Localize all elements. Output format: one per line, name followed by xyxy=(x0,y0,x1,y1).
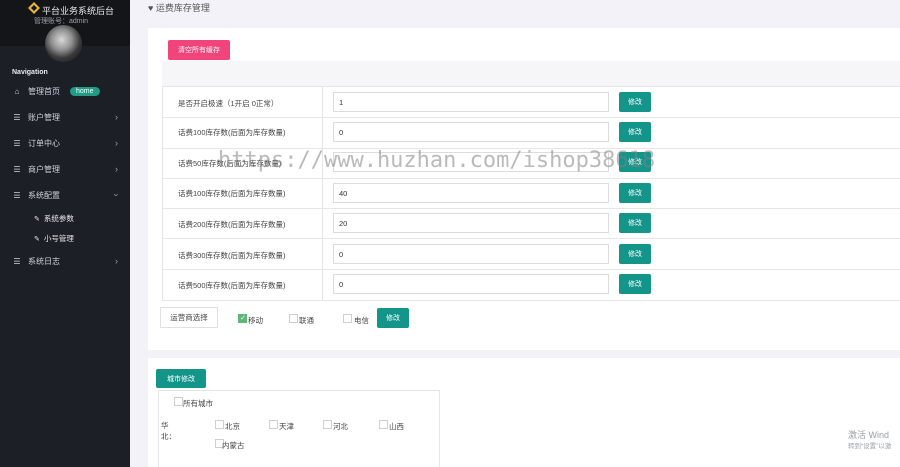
chevron-right-icon: › xyxy=(115,164,118,174)
sidebar-subitem-label: 小号管理 xyxy=(43,234,74,243)
setting-input[interactable]: 0 xyxy=(333,274,609,294)
page-title: ♥ 运费库存管理 xyxy=(148,1,210,14)
heart-icon: ♥ xyxy=(148,3,154,13)
city-label: 天津 xyxy=(279,422,294,431)
row-divider xyxy=(162,178,900,179)
sidebar-item-label: 账户管理 xyxy=(28,112,60,122)
carrier-option-label: 联通 xyxy=(299,316,314,325)
sidebar-item-label: 管理首页 xyxy=(28,86,60,96)
sidebar-item-system-config[interactable]: ☰ 系统配置 › xyxy=(0,185,130,205)
home-badge: home xyxy=(70,86,100,96)
modify-button[interactable]: 修改 xyxy=(619,122,651,142)
setting-label: 是否开启极速（1开启 0正常） xyxy=(178,99,279,108)
all-cities-label: 所有城市 xyxy=(183,399,213,408)
setting-input[interactable]: 1 xyxy=(333,92,609,112)
page-title-text: 运费库存管理 xyxy=(155,3,210,13)
logo-icon xyxy=(28,2,40,14)
home-icon: ⌂ xyxy=(14,86,20,96)
overlay-watermark: https://www.huzhan.com/ishop38618 xyxy=(218,148,656,173)
setting-label: 话费300库存数(后面为库存数量) xyxy=(178,251,286,260)
city-checkbox[interactable] xyxy=(269,420,278,429)
chevron-right-icon: › xyxy=(115,112,118,122)
list-icon: ☰ xyxy=(13,138,21,148)
sidebar-subitem-label: 系统参数 xyxy=(43,214,74,223)
modify-button[interactable]: 修改 xyxy=(619,213,651,233)
chevron-down-icon: › xyxy=(111,193,122,197)
setting-label: 话费100库存数(后面为库存数量) xyxy=(178,128,286,137)
setting-input[interactable]: 0 xyxy=(333,244,609,264)
sidebar-item-accounts[interactable]: ☰ 账户管理 › xyxy=(0,107,130,127)
column-divider xyxy=(322,238,323,269)
list-icon: ☰ xyxy=(13,256,21,266)
column-divider xyxy=(322,117,323,148)
modify-button[interactable]: 修改 xyxy=(619,274,651,294)
setting-input[interactable]: 40 xyxy=(333,183,609,203)
sidebar-subitem-alt-accounts[interactable]: ✎ 小号管理 xyxy=(34,233,74,244)
city-label: 北京 xyxy=(225,422,240,431)
wrench-icon: ✎ xyxy=(34,235,40,243)
city-label: 内蒙古 xyxy=(222,441,245,450)
sidebar-item-label: 系统日志 xyxy=(28,256,60,266)
city-label: 山西 xyxy=(389,422,404,431)
row-divider xyxy=(162,269,900,270)
sidebar-item-home[interactable]: ⌂ 管理首页 home xyxy=(0,81,130,101)
carrier-checkbox-mobile[interactable] xyxy=(238,314,247,323)
sidebar-item-merchants[interactable]: ☰ 商户管理 › xyxy=(0,159,130,179)
column-divider xyxy=(322,269,323,300)
city-modify-button[interactable]: 城市修改 xyxy=(156,369,206,388)
avatar[interactable] xyxy=(45,25,82,62)
carrier-checkbox-telecom[interactable] xyxy=(343,314,352,323)
carrier-option-label: 移动 xyxy=(248,316,263,325)
column-divider xyxy=(322,87,323,118)
setting-input[interactable]: 0 xyxy=(333,122,609,142)
row-divider xyxy=(162,208,900,209)
row-divider xyxy=(162,117,900,118)
sidebar-item-orders[interactable]: ☰ 订单中心 › xyxy=(0,133,130,153)
modify-button[interactable]: 修改 xyxy=(619,183,651,203)
city-checkbox[interactable] xyxy=(379,420,388,429)
sidebar-item-label: 订单中心 xyxy=(28,138,60,148)
city-label: 河北 xyxy=(333,422,348,431)
setting-label: 话费200库存数(后面为库存数量) xyxy=(178,220,286,229)
setting-label: 话费500库存数(后面为库存数量) xyxy=(178,281,286,290)
setting-label: 话费100库存数(后面为库存数量) xyxy=(178,189,286,198)
list-icon: ☰ xyxy=(13,164,21,174)
column-divider xyxy=(322,178,323,209)
sidebar-subitem-system-params[interactable]: ✎ 系统参数 xyxy=(34,213,74,224)
carrier-modify-button[interactable]: 修改 xyxy=(377,308,409,328)
all-cities-checkbox[interactable] xyxy=(174,397,183,406)
chevron-right-icon: › xyxy=(115,138,118,148)
setting-input[interactable]: 20 xyxy=(333,213,609,233)
region-label: 华北： xyxy=(161,421,176,441)
settings-table-header xyxy=(162,61,900,87)
windows-activation-subtext: 转到“设置”以激 xyxy=(848,443,892,450)
sidebar-item-system-log[interactable]: ☰ 系统日志 › xyxy=(0,251,130,271)
modify-button[interactable]: 修改 xyxy=(619,244,651,264)
city-checkbox[interactable] xyxy=(215,420,224,429)
row-divider xyxy=(162,238,900,239)
carrier-select-label: 运营商选择 xyxy=(160,307,218,328)
list-icon: ☰ xyxy=(13,190,21,200)
nav-title: Navigation xyxy=(12,69,48,76)
wrench-icon: ✎ xyxy=(34,215,40,223)
column-divider xyxy=(322,208,323,239)
modify-button[interactable]: 修改 xyxy=(619,92,651,112)
sidebar-item-label: 系统配置 xyxy=(28,190,60,200)
clear-cache-button[interactable]: 清空所有缓存 xyxy=(168,40,230,60)
sidebar-item-label: 商户管理 xyxy=(28,164,60,174)
carrier-checkbox-unicom[interactable] xyxy=(289,314,298,323)
list-icon: ☰ xyxy=(13,112,21,122)
chevron-right-icon: › xyxy=(115,256,118,266)
carrier-option-label: 电信 xyxy=(354,316,369,325)
city-checkbox[interactable] xyxy=(323,420,332,429)
